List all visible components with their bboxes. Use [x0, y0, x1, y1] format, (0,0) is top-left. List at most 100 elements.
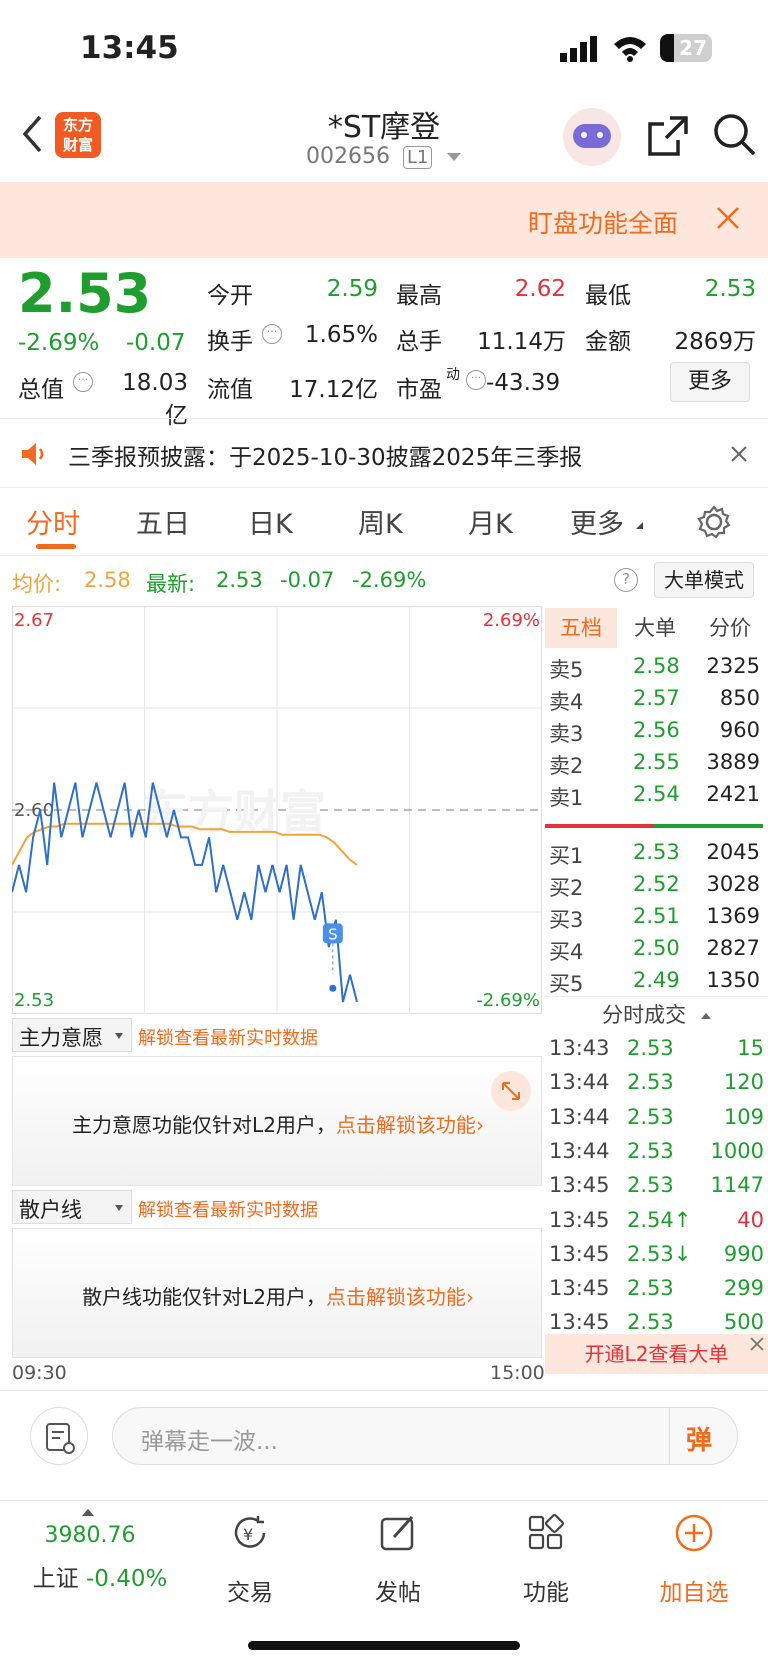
settings-icon[interactable] — [696, 504, 732, 540]
open-value: 2.59 — [326, 276, 378, 302]
intraday-chart[interactable]: 东方财富 2.67 2.69% 2.60 2.53 -2.69% S — [12, 606, 542, 1014]
nav-trade[interactable]: ¥ 交易 — [180, 1501, 320, 1611]
bid-price: 2.53 — [633, 840, 680, 864]
tab-monthly-k[interactable]: 月K — [468, 502, 513, 541]
nav-add-watchlist[interactable]: 加自选 — [624, 1501, 764, 1611]
high-label: 最高 — [396, 283, 442, 309]
svg-text:¥: ¥ — [243, 1525, 253, 1544]
tab-five-level[interactable]: 五档 — [545, 608, 617, 648]
danmu-send-button[interactable]: 弹 — [669, 1408, 737, 1464]
bid-row[interactable]: 买4 2.50 2827 — [545, 936, 768, 968]
battery-icon: 27 — [660, 34, 712, 62]
main-force-msg: 主力意愿功能仅针对L2用户， — [72, 1113, 336, 1137]
dropdown-icon — [115, 1205, 123, 1211]
stock-code: 002656 — [306, 144, 390, 169]
tab-active-indicator — [36, 544, 76, 549]
avg-label: 均价: — [12, 572, 62, 596]
info-icon[interactable]: ··· — [466, 370, 486, 390]
tick-row: 13:45 2.53 1147 — [545, 1173, 768, 1207]
stock-header: 东方 财富 *ST摩登 002656 L1 — [0, 100, 768, 182]
tab-daily-k[interactable]: 日K — [248, 502, 293, 541]
start-time-label: 09:30 — [12, 1362, 67, 1384]
ticks-title[interactable]: 分时成交 — [545, 996, 768, 1032]
nav-post[interactable]: 发帖 — [328, 1501, 468, 1611]
ask-row[interactable]: 卖1 2.54 2421 — [545, 782, 768, 814]
tick-volume: 109 — [723, 1104, 764, 1129]
l2-promo[interactable]: 开通L2查看大单 — [545, 1334, 768, 1374]
retail-line-body: 散户线功能仅针对L2用户，点击解锁该功能› — [12, 1228, 542, 1358]
search-icon[interactable] — [712, 112, 758, 158]
add-circle-icon — [675, 1514, 713, 1552]
tick-price: 2.53 — [627, 1104, 674, 1129]
help-icon[interactable]: ? — [614, 568, 638, 592]
bid-label: 买3 — [549, 908, 584, 932]
big-order-mode-button[interactable]: 大单模式 — [654, 562, 754, 598]
nav-add-label: 加自选 — [659, 1580, 729, 1606]
earnings-notice[interactable]: 三季报预披露：于2025-10-30披露2025年三季报 — [0, 418, 768, 488]
tick-volume: 500 — [723, 1310, 764, 1335]
unlock-link[interactable]: 解锁查看最新实时数据 — [138, 1024, 318, 1050]
tick-row: 13:45 2.53↓ 990 — [545, 1242, 768, 1276]
danmu-input[interactable]: 弹幕走一波... 弹 — [112, 1407, 738, 1465]
bid-price: 2.51 — [633, 904, 680, 928]
main-force-unlock-link[interactable]: 点击解锁该功能 — [336, 1113, 476, 1137]
index-ticker[interactable]: 3980.76 上证 -0.40% — [20, 1501, 167, 1611]
ask-row[interactable]: 卖4 2.57 850 — [545, 686, 768, 718]
pe-value: -43.39 — [486, 370, 561, 396]
ask-volume: 960 — [719, 718, 760, 742]
tab-big-order[interactable]: 大单 — [625, 608, 685, 648]
ask-label: 卖2 — [549, 754, 584, 778]
expand-icon[interactable] — [491, 1071, 531, 1111]
level-badge: L1 — [402, 146, 433, 169]
share-icon[interactable] — [646, 114, 690, 158]
tab-weekly-k[interactable]: 周K — [358, 502, 403, 541]
more-button[interactable]: 更多 — [670, 362, 750, 402]
top-price-label: 2.67 — [14, 610, 54, 631]
info-icon[interactable]: ··· — [73, 372, 93, 392]
ask-row[interactable]: 卖5 2.58 2325 — [545, 654, 768, 686]
robot-assistant-icon[interactable] — [563, 108, 621, 166]
close-icon[interactable] — [730, 445, 748, 463]
back-icon[interactable] — [20, 114, 44, 154]
tick-time: 13:43 — [549, 1036, 610, 1060]
danmu-settings-icon[interactable] — [30, 1407, 88, 1465]
unlock-link[interactable]: 解锁查看最新实时数据 — [138, 1196, 318, 1222]
ask-price: 2.54 — [633, 782, 680, 806]
retail-line-msg: 散户线功能仅针对L2用户， — [82, 1285, 326, 1309]
ask-row[interactable]: 卖2 2.55 3889 — [545, 750, 768, 782]
bid-row[interactable]: 买3 2.51 1369 — [545, 904, 768, 936]
open-label: 今开 — [207, 283, 253, 309]
bid-row[interactable]: 买2 2.52 3028 — [545, 872, 768, 904]
ratio-red-part — [545, 824, 654, 828]
tab-five-day[interactable]: 五日 — [136, 502, 190, 541]
bid-label: 买5 — [549, 972, 584, 996]
tab-intraday[interactable]: 分时 — [26, 502, 80, 541]
dropdown-icon — [115, 1033, 123, 1039]
bid-label: 买1 — [549, 844, 584, 868]
change-percent: -2.69% — [18, 330, 100, 356]
nav-function[interactable]: 功能 — [476, 1501, 616, 1611]
float-label: 流值 — [207, 377, 253, 403]
tick-time: 13:44 — [549, 1104, 610, 1129]
ask-label: 卖5 — [549, 658, 584, 682]
retail-line-unlock-link[interactable]: 点击解锁该功能 — [326, 1285, 466, 1309]
main-force-select[interactable]: 主力意愿 — [12, 1018, 132, 1052]
chevron-down-icon — [447, 153, 462, 161]
retail-line-select[interactable]: 散户线 — [12, 1190, 132, 1224]
tick-trades: 分时成交 13:43 2.53 15 13:44 2.53 120 13:44 2.53 109… — [545, 996, 768, 1374]
close-icon[interactable] — [749, 1336, 765, 1352]
stock-code-row[interactable]: 002656 L1 — [306, 144, 462, 174]
close-icon[interactable] — [716, 206, 740, 230]
tick-price: 2.53 — [627, 1310, 674, 1335]
tab-more[interactable]: 更多 — [570, 502, 624, 541]
retail-line-select-label: 散户线 — [19, 1198, 82, 1222]
tick-volume: 1000 — [710, 1138, 764, 1163]
pe-superscript: 动 — [446, 367, 460, 383]
tab-price-dist[interactable]: 分价 — [695, 608, 765, 648]
low-label: 最低 — [585, 283, 631, 309]
info-icon[interactable]: ··· — [262, 324, 282, 344]
ask-price: 2.58 — [633, 654, 680, 678]
bid-row[interactable]: 买1 2.53 2045 — [545, 840, 768, 872]
ask-row[interactable]: 卖3 2.56 960 — [545, 718, 768, 750]
promo-banner[interactable]: 盯盘功能全面 — [0, 182, 768, 258]
